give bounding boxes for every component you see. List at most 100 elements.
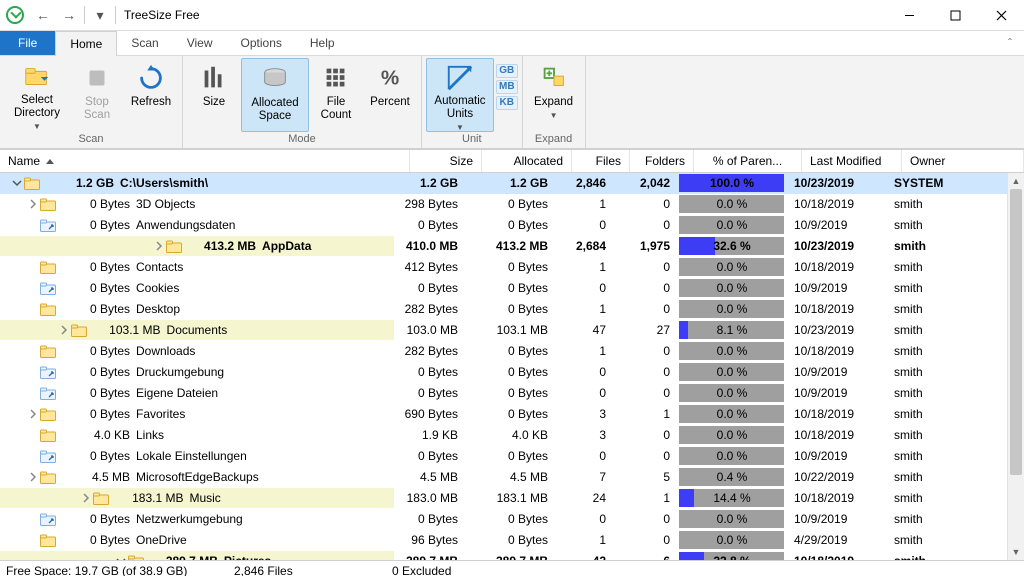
cell-owner: smith [886,278,1008,298]
cell-allocated: 0 Bytes [466,299,556,319]
label: Stop Scan [84,96,110,122]
col-allocated[interactable]: Allocated [482,150,572,172]
table-row[interactable]: 0 BytesDesktop282 Bytes0 Bytes100.0 %10/… [0,299,1008,320]
cell-folders: 0 [614,299,678,319]
col-modified[interactable]: Last Modified [802,150,902,172]
cell-folders: 0 [614,257,678,277]
scroll-down-button[interactable]: ▼ [1008,544,1024,560]
col-percent[interactable]: % of Paren... [694,150,802,172]
unit-gb[interactable]: GB [496,64,518,78]
cell-modified: 10/9/2019 [786,446,886,466]
chevron-down-icon[interactable] [10,176,24,190]
cell-allocated: 0 Bytes [466,509,556,529]
table-row[interactable]: 1.2 GBC:\Users\smith\1.2 GB1.2 GB2,8462,… [0,173,1008,194]
stop-scan-button[interactable]: Stop Scan [70,58,124,130]
row-label: Pictures [224,554,271,560]
table-row[interactable]: 0 BytesNetzwerkumgebung0 Bytes0 Bytes000… [0,509,1008,530]
tab-scan[interactable]: Scan [117,31,172,55]
row-size-prefix: 0 Bytes [62,533,130,547]
table-row[interactable]: 0 BytesAnwendungsdaten0 Bytes0 Bytes000.… [0,215,1008,236]
ribbon-collapse-button[interactable]: ˆ [996,31,1024,55]
mode-allocated-button[interactable]: Allocated Space [241,58,309,132]
row-size-prefix: 0 Bytes [62,449,130,463]
chevron-right-icon[interactable] [152,239,166,253]
unit-auto-button[interactable]: Automatic Units ▼ [426,58,494,132]
cell-modified: 10/18/2019 [786,299,886,319]
cell-allocated: 1.2 GB [466,173,556,193]
tab-view[interactable]: View [173,31,227,55]
spacer [26,218,40,232]
scroll-up-button[interactable]: ▲ [1008,173,1024,189]
refresh-button[interactable]: Refresh [124,58,178,130]
stop-icon [81,62,113,94]
tab-help[interactable]: Help [296,31,349,55]
scroll-thumb[interactable] [1010,189,1022,475]
table-row[interactable]: 0 BytesEigene Dateien0 Bytes0 Bytes000.0… [0,383,1008,404]
cell-modified: 10/18/2019 [786,341,886,361]
qat-dropdown[interactable]: ▾ [87,3,113,27]
chevron-right-icon[interactable] [57,323,71,337]
table-row[interactable]: 0 BytesContacts412 Bytes0 Bytes100.0 %10… [0,257,1008,278]
folder-icon [40,471,56,484]
chevron-right-icon[interactable] [26,407,40,421]
window-maximize-button[interactable] [932,0,978,30]
col-size[interactable]: Size [410,150,482,172]
tab-options[interactable]: Options [227,31,296,55]
ribbon-tabs: File Home Scan View Options Help ˆ [0,31,1024,56]
cell-allocated: 0 Bytes [466,194,556,214]
expand-button[interactable]: Expand ▼ [527,58,581,130]
col-files[interactable]: Files [572,150,630,172]
col-name[interactable]: Name [0,150,410,172]
unit-kb[interactable]: KB [496,96,518,110]
mode-filecount-button[interactable]: File Count [309,58,363,130]
table-row[interactable]: 183.1 MBMusic183.0 MB183.1 MB24114.4 %10… [0,488,1008,509]
mode-size-button[interactable]: Size [187,58,241,130]
row-size-prefix: 0 Bytes [62,407,130,421]
cell-folders: 0 [614,383,678,403]
table-row[interactable]: 0 BytesOneDrive96 Bytes0 Bytes100.0 %4/2… [0,530,1008,551]
table-row[interactable]: 0 BytesCookies0 Bytes0 Bytes000.0 %10/9/… [0,278,1008,299]
table-row[interactable]: 0 BytesDownloads282 Bytes0 Bytes100.0 %1… [0,341,1008,362]
vertical-scrollbar[interactable]: ▲ ▼ [1007,173,1024,560]
cell-modified: 10/9/2019 [786,509,886,529]
col-owner[interactable]: Owner [902,150,1024,172]
cell-owner: smith [886,488,1008,508]
cell-allocated: 0 Bytes [466,278,556,298]
row-size-prefix: 183.1 MB [115,491,183,505]
chevron-right-icon[interactable] [26,197,40,211]
window-close-button[interactable] [978,0,1024,30]
row-size-prefix: 0 Bytes [62,512,130,526]
nav-back-button[interactable]: ← [30,3,56,27]
table-row[interactable]: 0 BytesFavorites690 Bytes0 Bytes310.0 %1… [0,404,1008,425]
table-row[interactable]: 0 BytesLokale Einstellungen0 Bytes0 Byte… [0,446,1008,467]
ruler-icon [444,63,476,93]
tab-file[interactable]: File [0,31,55,55]
window-minimize-button[interactable] [886,0,932,30]
tree-table: Name Size Allocated Files Folders % of P… [0,149,1024,560]
chevron-right-icon[interactable] [79,491,93,505]
col-folders[interactable]: Folders [630,150,694,172]
table-row[interactable]: 0 Bytes3D Objects298 Bytes0 Bytes100.0 %… [0,194,1008,215]
cell-percent: 0.0 % [678,446,786,466]
refresh-icon [135,62,167,94]
chevron-down-icon[interactable] [114,554,128,560]
mode-percent-button[interactable]: % Percent [363,58,417,130]
status-excluded: 0 Excluded [392,564,479,576]
cell-folders: 1,975 [614,236,678,256]
select-directory-button[interactable]: Select Directory ▼ [4,58,70,130]
table-row[interactable]: 103.1 MBDocuments103.0 MB103.1 MB47278.1… [0,320,1008,341]
table-body: ▲ ▼ 1.2 GBC:\Users\smith\1.2 GB1.2 GB2,8… [0,173,1024,560]
table-row[interactable]: 4.0 KBLinks1.9 KB4.0 KB300.0 %10/18/2019… [0,425,1008,446]
nav-forward-button[interactable]: → [56,3,82,27]
table-row[interactable]: 413.2 MBAppData410.0 MB413.2 MB2,6841,97… [0,236,1008,257]
unit-mb[interactable]: MB [496,80,518,94]
spacer [26,365,40,379]
table-row[interactable]: 0 BytesDruckumgebung0 Bytes0 Bytes000.0 … [0,362,1008,383]
table-row[interactable]: 289.7 MBPictures289.7 MB289.7 MB42622.8 … [0,551,1008,560]
table-row[interactable]: 4.5 MBMicrosoftEdgeBackups4.5 MB4.5 MB75… [0,467,1008,488]
chevron-right-icon[interactable] [26,470,40,484]
spacer [26,386,40,400]
cell-folders: 0 [614,215,678,235]
cell-size: 282 Bytes [394,341,466,361]
tab-home[interactable]: Home [55,31,117,56]
